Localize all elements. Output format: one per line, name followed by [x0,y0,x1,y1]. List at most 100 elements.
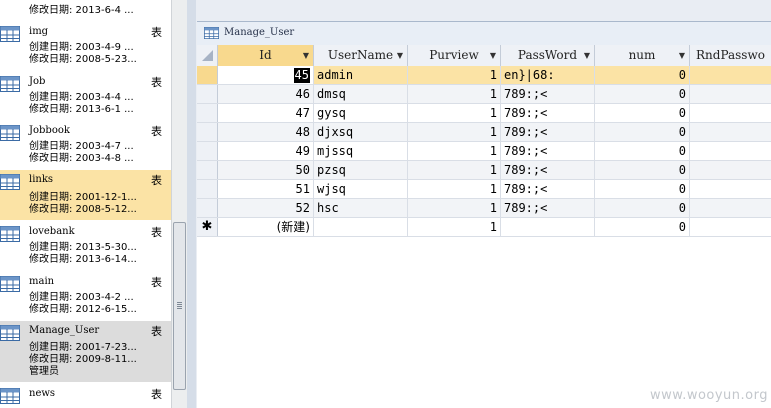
dropdown-arrow-icon[interactable]: ▼ [679,45,685,66]
record-selector[interactable] [197,123,218,141]
select-all-corner[interactable] [197,45,218,66]
column-header-rndpassword[interactable]: RndPasswo [690,45,771,66]
cell-purview[interactable]: 1 [408,218,501,236]
record-selector[interactable] [197,199,218,217]
nav-item-img[interactable]: img 表 创建日期: 2003-4-9 ... 修改日期: 2008-5-23… [0,22,171,70]
dropdown-arrow-icon[interactable]: ▼ [490,45,496,66]
cell-rndpassword[interactable] [690,142,771,160]
cell-num[interactable]: 0 [595,104,690,122]
table-icon [0,276,20,292]
cell-num[interactable]: 0 [595,85,690,103]
cell-id[interactable]: 45 [218,66,314,84]
cell-rndpassword[interactable] [690,104,771,122]
cell-password[interactable]: 789:;< [501,104,595,122]
table-row[interactable]: 51 wjsq 1 789:;< 0 [197,180,771,199]
new-record-marker-icon[interactable]: ✱ [197,218,218,236]
column-header-purview[interactable]: Purview ▼ [408,45,501,66]
cell-rndpassword[interactable] [690,218,771,236]
cell-password[interactable]: 789:;< [501,161,595,179]
cell-password[interactable]: 789:;< [501,180,595,198]
pane-divider[interactable] [187,0,196,408]
cell-purview[interactable]: 1 [408,66,501,84]
cell-id[interactable]: 48 [218,123,314,141]
nav-item-modified: 修改日期: 2003-4-8 ... [29,153,134,164]
dropdown-arrow-icon[interactable]: ▼ [397,45,403,66]
record-selector[interactable] [197,161,218,179]
cell-purview[interactable]: 1 [408,123,501,141]
cell-rndpassword[interactable] [690,85,771,103]
cell-num[interactable]: 0 [595,161,690,179]
cell-username[interactable]: hsc [314,199,408,217]
cell-password[interactable]: 789:;< [501,123,595,141]
column-header-num[interactable]: num ▼ [595,45,690,66]
table-row[interactable]: 45 admin 1 en}|68: 0 [197,66,771,85]
cell-password[interactable]: 789:;< [501,85,595,103]
table-row[interactable]: 47 gysq 1 789:;< 0 [197,104,771,123]
column-header-password[interactable]: PassWord ▼ [501,45,595,66]
cell-num[interactable]: 0 [595,180,690,198]
cell-purview[interactable]: 1 [408,85,501,103]
record-selector[interactable] [197,142,218,160]
cell-rndpassword[interactable] [690,199,771,217]
nav-scrollbar-thumb[interactable] [173,222,186,390]
record-selector[interactable] [197,66,218,84]
document-tab[interactable]: Manage_User [197,21,771,46]
cell-id[interactable]: 49 [218,142,314,160]
cell-num[interactable]: 0 [595,218,690,236]
nav-item-modified: 修改日期: 2008-5-23... [29,54,137,65]
table-row[interactable]: 52 hsc 1 789:;< 0 [197,199,771,218]
cell-id[interactable]: 46 [218,85,314,103]
nav-scrollbar[interactable] [171,0,187,408]
dropdown-arrow-icon[interactable]: ▼ [584,45,590,66]
cell-username[interactable] [314,218,408,236]
cell-password[interactable]: en}|68: [501,66,595,84]
cell-rndpassword[interactable] [690,123,771,141]
record-selector[interactable] [197,85,218,103]
table-row[interactable]: 48 djxsq 1 789:;< 0 [197,123,771,142]
nav-item-news[interactable]: news 表 [0,384,171,408]
cell-password[interactable] [501,218,595,236]
record-selector[interactable] [197,104,218,122]
nav-item-jobbook[interactable]: Jobbook 表 创建日期: 2003-4-7 ... 修改日期: 2003-… [0,121,171,169]
column-header-username[interactable]: UserName ▼ [314,45,408,66]
cell-id-new[interactable]: (新建) [218,218,314,236]
nav-item-modified: 修改日期: 2013-6-14... [29,254,137,265]
record-selector[interactable] [197,180,218,198]
cell-id[interactable]: 51 [218,180,314,198]
column-header-id[interactable]: Id ▼ [218,45,314,66]
cell-rndpassword[interactable] [690,180,771,198]
cell-num[interactable]: 0 [595,142,690,160]
cell-username[interactable]: dmsq [314,85,408,103]
table-row[interactable]: 46 dmsq 1 789:;< 0 [197,85,771,104]
table-row[interactable]: 49 mjssq 1 789:;< 0 [197,142,771,161]
cell-num[interactable]: 0 [595,199,690,217]
cell-username[interactable]: admin [314,66,408,84]
cell-password[interactable]: 789:;< [501,199,595,217]
cell-num[interactable]: 0 [595,66,690,84]
table-row[interactable]: 50 pzsq 1 789:;< 0 [197,161,771,180]
cell-rndpassword[interactable] [690,161,771,179]
nav-item-manage-user[interactable]: Manage_User 表 创建日期: 2001-7-23... 修改日期: 2… [0,321,171,382]
cell-username[interactable]: djxsq [314,123,408,141]
cell-rndpassword[interactable] [690,66,771,84]
cell-purview[interactable]: 1 [408,142,501,160]
nav-item-main[interactable]: main 表 创建日期: 2003-4-2 ... 修改日期: 2012-6-1… [0,272,171,320]
dropdown-arrow-icon[interactable]: ▼ [303,45,309,66]
nav-item-links[interactable]: links 表 创建日期: 2001-12-1... 修改日期: 2008-5-… [0,170,171,220]
cell-purview[interactable]: 1 [408,180,501,198]
nav-item-job[interactable]: Job 表 创建日期: 2003-4-4 ... 修改日期: 2013-6-1 … [0,72,171,120]
cell-username[interactable]: pzsq [314,161,408,179]
cell-username[interactable]: wjsq [314,180,408,198]
cell-purview[interactable]: 1 [408,199,501,217]
cell-purview[interactable]: 1 [408,161,501,179]
cell-id[interactable]: 50 [218,161,314,179]
cell-id[interactable]: 47 [218,104,314,122]
nav-item-lovebank[interactable]: lovebank 表 创建日期: 2013-5-30... 修改日期: 2013… [0,222,171,270]
cell-password[interactable]: 789:;< [501,142,595,160]
cell-username[interactable]: gysq [314,104,408,122]
cell-purview[interactable]: 1 [408,104,501,122]
cell-num[interactable]: 0 [595,123,690,141]
new-record-row[interactable]: ✱ (新建) 1 0 [197,218,771,237]
cell-id[interactable]: 52 [218,199,314,217]
cell-username[interactable]: mjssq [314,142,408,160]
